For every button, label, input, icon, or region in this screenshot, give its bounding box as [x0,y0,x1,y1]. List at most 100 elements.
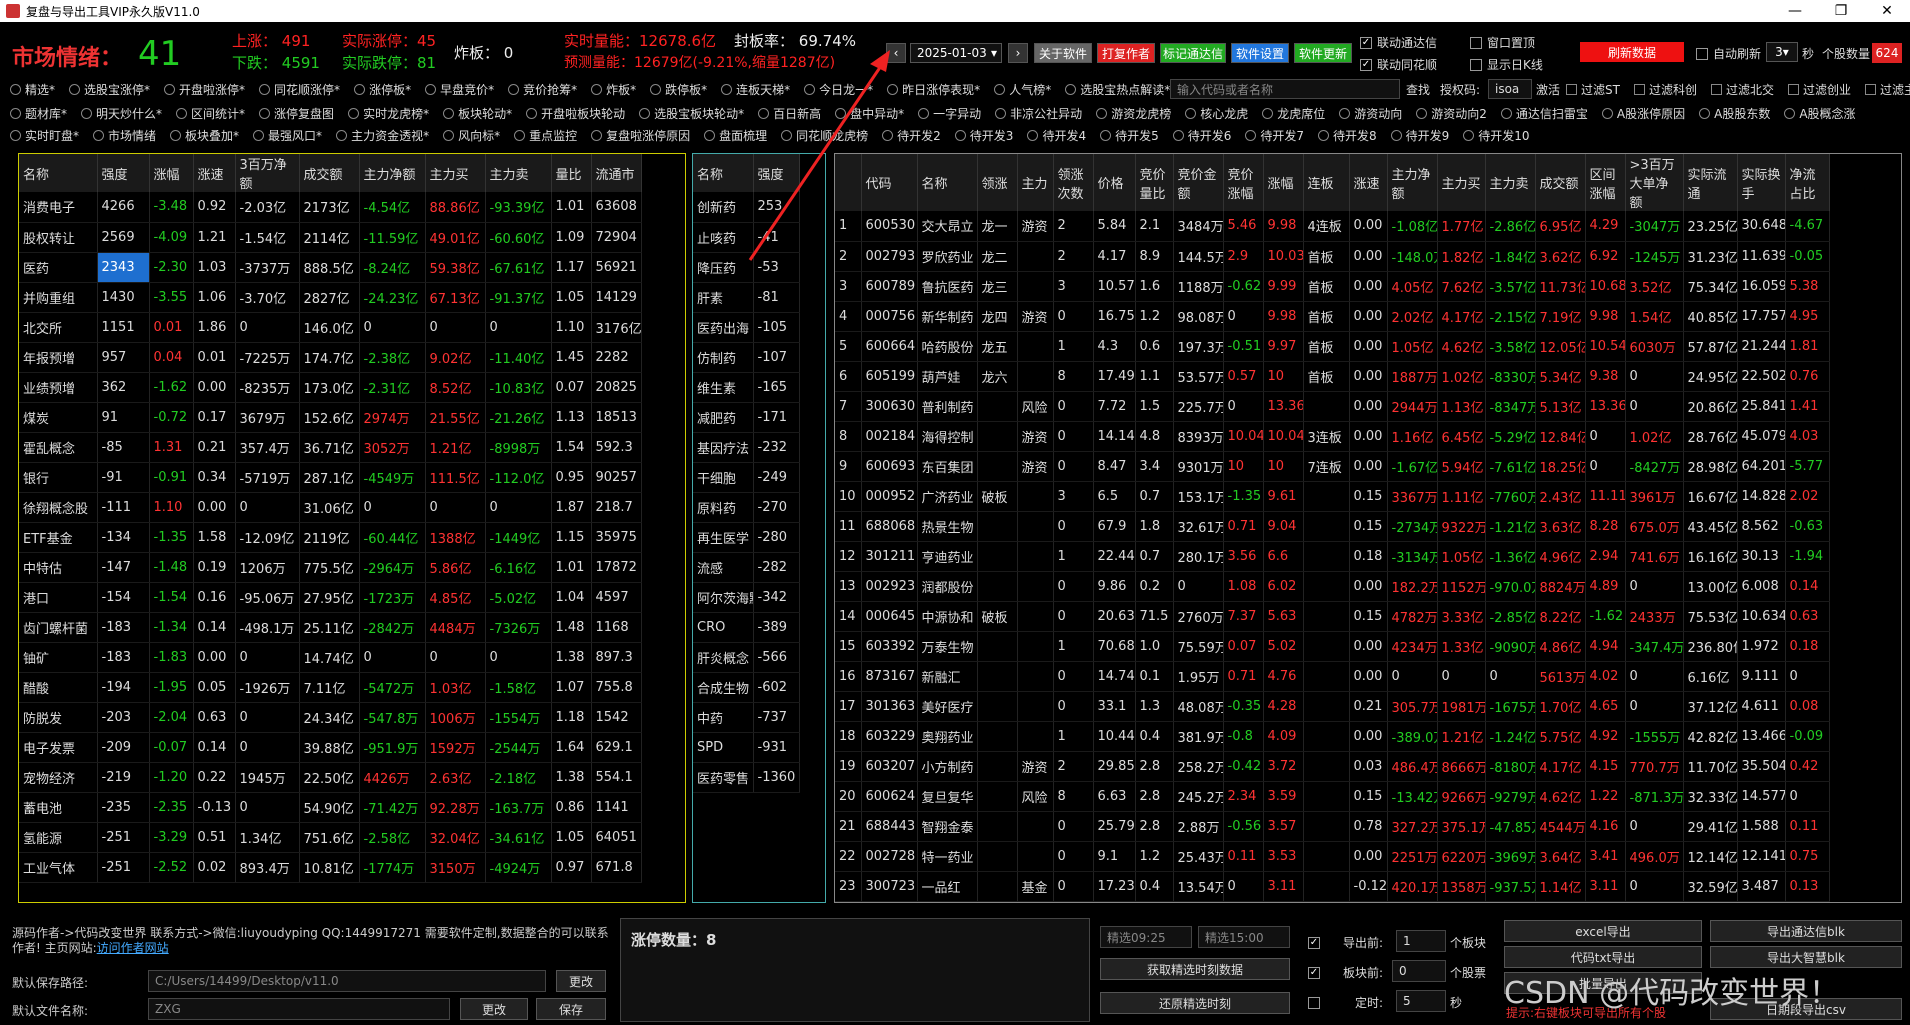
show-kline-checkbox[interactable]: 显示日K线 [1470,56,1543,73]
table-row[interactable]: 18 603229 奥翔药业 1 10.44 0.4 381.9万 -0.8 4.09 0.00-… [835,721,1830,752]
table-row[interactable]: 11 688068 热景生物 0 67.9 1.8 32.61万 0.71 9.04 0.15 -2… [835,511,1830,542]
link-tdx-checkbox[interactable]: ✓ 联动通达信 [1360,34,1437,51]
row1-option-6[interactable]: 竞价抢筹* [508,81,577,98]
table-row[interactable]: 3 600789 鲁抗医药 龙三 3 10.57 1.6 1188万 -0.62 9.99 首板 0.… [835,271,1830,302]
timer-checkbox[interactable]: 定时: [1308,994,1383,1011]
export-prev-input[interactable]: 1 [1396,930,1446,952]
table-row[interactable]: 肝炎概念 -566 [693,642,800,673]
next-date-button[interactable]: › [1008,43,1028,63]
site-link[interactable]: 访问作者网站 [97,941,169,955]
table-row[interactable]: 22 002728 特一药业 0 9.1 1.2 25.43万 0.11 3.53 0.00 225… [835,841,1830,872]
row3-option-5[interactable]: 风向标* [443,127,500,144]
table-row[interactable]: 徐翔概念股 -111 1.10 0.00 0 31.06亿 0 0 0 1.87 218.7 [19,492,642,523]
table-row[interactable]: 工业气体 -251 -2.52 0.02 893.4万 10.81亿 -1774万 3150万… [19,852,642,883]
column-header[interactable]: 涨幅 [149,154,194,192]
tdx-export-button[interactable]: 导出通达信blk [1710,920,1902,942]
column-header[interactable]: 实际流通 [1683,154,1738,211]
table-row[interactable]: 6 605199 葫芦娃 龙六 8 17.49 1.1 53.57万 0.57 10 首板 0.00 1… [835,361,1830,392]
row2-option-1[interactable]: 明天炒什么* [81,105,162,122]
table-row[interactable]: 防脱发 -203 -2.04 0.63 0 24.34亿 -547.8万 1006万 -1554… [19,702,642,733]
table-row[interactable]: 电子发票 -209 -0.07 0.14 0 39.88亿 -951.9万 1592万 -254… [19,732,642,763]
table-row[interactable]: 5 600664 哈药股份 龙五 1 4.3 0.6 197.3万 -0.51 9.97 首板 0.0… [835,331,1830,362]
table-row[interactable]: 19 603207 小方制药 游资 2 29.85 2.8 258.2万 -0.42 3.72 0.… [835,751,1830,782]
auth-input[interactable]: isoa [1488,79,1532,99]
row3-option-1[interactable]: 市场情绪 [93,127,156,144]
column-header[interactable]: 成交额 [299,154,360,192]
column-header[interactable]: >3百万大单净额 [1625,154,1684,211]
table-row[interactable]: 维生素 -165 [693,372,800,403]
change-path-button[interactable]: 更改 [556,970,606,992]
export-prev-checkbox[interactable]: ✓ 导出前: [1308,934,1383,951]
about-button[interactable]: 关于软件 [1034,43,1092,63]
row3-option-15[interactable]: 待开发7 [1245,127,1304,144]
filters-option-3[interactable]: 过滤创业 [1787,81,1851,98]
row3-option-7[interactable]: 复盘啦涨停原因 [591,127,690,144]
row1-option-1[interactable]: 选股宝涨停* [69,81,150,98]
table-row[interactable]: 再生医学 -280 [693,522,800,553]
row2-option-5[interactable]: 板块轮动* [443,105,512,122]
row2-option-14[interactable]: 龙虎席位 [1262,105,1325,122]
table-row[interactable]: 霍乱概念 -85 1.31 0.21 357.4万 36.71亿 3052万 1.21亿 -89… [19,432,642,463]
save-path-input[interactable]: C:/Users/14499/Desktop/v11.0 [148,970,546,992]
link-ths-checkbox[interactable]: ✓ 联动同花顺 [1360,56,1437,73]
row3-option-0[interactable]: 实时盯盘* [10,127,79,144]
column-header[interactable]: 主力卖 [485,154,552,192]
pin-window-checkbox[interactable]: 窗口置顶 [1470,34,1535,51]
row3-option-6[interactable]: 重点监控 [514,127,577,144]
row2-option-4[interactable]: 实时龙虎榜* [348,105,429,122]
block-prev-checkbox[interactable]: ✓ 板块前: [1308,964,1383,981]
column-header[interactable]: 流通市 [591,154,642,192]
column-header[interactable]: 涨速 [193,154,236,192]
column-header[interactable]: 名称 [917,154,978,211]
change-name-button[interactable]: 更改 [460,998,528,1020]
column-header[interactable]: 强度 [97,154,150,192]
table-row[interactable]: 干细胞 -249 [693,462,800,493]
table-row[interactable]: 股权转让 2569 -4.09 1.21 -1.54亿 2114亿 -11.59亿 49.01… [19,222,642,253]
activate-button[interactable]: 激活 [1536,81,1560,98]
row3-option-3[interactable]: 最强风口* [253,127,322,144]
row1-option-12[interactable]: 人气榜* [994,81,1051,98]
table-row[interactable]: 医药出海 -105 [693,312,800,343]
table-row[interactable]: 肝素 -81 [693,282,800,313]
settings-button[interactable]: 软件设置 [1231,43,1289,63]
table-row[interactable]: 1 600530 交大昂立 龙一 游资 2 5.84 2.1 3484万 5.46 9.98 4连板 0… [835,211,1830,242]
row2-option-16[interactable]: 游资动向2 [1416,105,1487,122]
select-0925-input[interactable]: 精选09:25 [1100,926,1192,948]
minimize-icon[interactable]: — [1772,3,1818,19]
row2-option-15[interactable]: 游资动向 [1339,105,1402,122]
column-header[interactable]: 涨速 [1349,154,1388,211]
table-row[interactable]: 阿尔茨海默-342 [693,582,800,613]
table-row[interactable]: 仿制药 -107 [693,342,800,373]
tag-author-button[interactable]: 打复作者 [1097,43,1155,63]
row1-option-8[interactable]: 跌停板* [650,81,707,98]
save-button[interactable]: 保存 [536,998,606,1020]
table-row[interactable]: 20 600624 复旦复华 风险 8 6.63 2.8 245.2万 2.34 3.59 0.15… [835,781,1830,812]
column-header[interactable]: 主力买 [425,154,486,192]
row3-option-4[interactable]: 主力资金透视* [336,127,429,144]
table-row[interactable]: 中特估 -147 -1.48 0.19 1206万 775.5亿 -2964万 5.86亿 -6… [19,552,642,583]
row2-option-18[interactable]: A股涨停原因 [1601,105,1685,122]
table-row[interactable]: 医药零售 -1360 [693,762,800,793]
row3-option-2[interactable]: 板块叠加* [170,127,239,144]
interval-select[interactable]: 3 ▾ [1766,42,1798,62]
row2-option-10[interactable]: 一字异动 [918,105,981,122]
row2-option-19[interactable]: A股股东数 [1699,105,1770,122]
file-name-input[interactable]: ZXG [148,998,450,1020]
table-row[interactable]: 8 002184 海得控制 游资 0 14.14 4.8 8393万 10.04 10.04 3连板… [835,421,1830,452]
column-header[interactable]: 净流占比 [1785,154,1830,211]
row3-option-13[interactable]: 待开发5 [1100,127,1159,144]
table-row[interactable]: 医药 2343 -2.30 1.03 -3737万 888.5亿 -8.24亿 59.38亿 -… [19,252,642,283]
table-row[interactable]: 醋酸 -194 -1.95 0.05 -1926万 7.11亿 -5472万 1.03亿 -1.… [19,672,642,703]
filters-option-2[interactable]: 过滤北交 [1710,81,1774,98]
block-prev-input[interactable]: 0 [1392,960,1446,982]
table-row[interactable]: 原料药 -270 [693,492,800,523]
row1-option-2[interactable]: 开盘啦涨停* [164,81,245,98]
column-header[interactable]: 价格 [1093,154,1136,211]
column-header[interactable]: 连板 [1303,154,1350,211]
row3-option-18[interactable]: 待开发10 [1463,127,1530,144]
auto-refresh-checkbox[interactable]: 自动刷新 [1696,45,1761,62]
filters-option-4[interactable]: 过滤主板 [1865,81,1910,98]
table-row[interactable]: 17 301363 美好医疗 0 33.1 1.3 48.08万 -0.35 4.28 0.21 3… [835,691,1830,722]
row1-option-4[interactable]: 涨停板* [354,81,411,98]
timer-input[interactable]: 5 [1396,990,1446,1012]
